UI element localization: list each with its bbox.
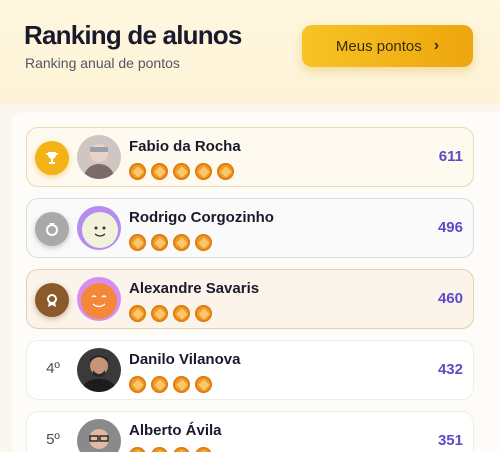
badge-icon (195, 163, 212, 180)
avatar (77, 206, 121, 250)
badge-list (129, 234, 212, 251)
badge-icon (173, 305, 190, 322)
badge-icon (129, 376, 146, 393)
rank-position: 5º (46, 431, 60, 448)
page-subtitle: Ranking anual de pontos (25, 55, 180, 71)
student-name: Alberto Ávila (129, 422, 222, 439)
badge-icon (173, 234, 190, 251)
avatar (77, 419, 121, 452)
badge-icon (151, 376, 168, 393)
badge-icon (195, 305, 212, 322)
ranking-row-1[interactable]: Fabio da Rocha 611 (26, 127, 474, 187)
badge-icon (151, 447, 168, 452)
avatar (77, 348, 121, 392)
student-points: 496 (437, 219, 463, 236)
badge-icon (173, 163, 190, 180)
trophy-icon (35, 141, 69, 175)
badge-icon (129, 163, 146, 180)
student-name: Alexandre Savaris (129, 280, 260, 297)
badge-icon (129, 447, 146, 452)
ranking-row-5[interactable]: 5º Alberto Ávila 351 (26, 411, 474, 452)
chevron-right-icon: › (433, 37, 440, 54)
student-points: 351 (437, 432, 463, 449)
student-name: Fabio da Rocha (129, 138, 241, 155)
avatar (77, 135, 121, 179)
my-points-label: Meus pontos (335, 37, 422, 55)
badge-list (129, 305, 212, 322)
badge-icon (195, 447, 212, 452)
badge-icon (173, 376, 190, 393)
page-title: Ranking de alunos (24, 20, 242, 50)
rank-position: 4º (46, 360, 60, 377)
badge-list (129, 163, 234, 180)
bronze-medal-icon (35, 283, 69, 317)
badge-icon (151, 163, 168, 180)
badge-icon (195, 376, 212, 393)
student-points: 460 (437, 290, 463, 307)
ranking-row-2[interactable]: Rodrigo Corgozinho 496 (26, 198, 474, 258)
badge-icon (151, 234, 168, 251)
page-header: Ranking de alunos Ranking anual de ponto… (0, 0, 500, 104)
ranking-list: Fabio da Rocha 611 Rodrigo Corgozinho 49… (12, 112, 500, 452)
badge-icon (129, 305, 146, 322)
student-points: 432 (437, 361, 463, 378)
badge-icon (129, 234, 146, 251)
student-name: Danilo Vilanova (129, 351, 241, 368)
badge-icon (195, 234, 212, 251)
badge-list (129, 376, 212, 393)
my-points-button[interactable]: Meus pontos › (302, 25, 473, 67)
ranking-row-4[interactable]: 4º Danilo Vilanova 432 (26, 340, 474, 400)
badge-icon (217, 163, 234, 180)
student-name: Rodrigo Corgozinho (129, 209, 274, 226)
ranking-row-3[interactable]: Alexandre Savaris 460 (26, 269, 474, 329)
badge-list (129, 447, 212, 452)
silver-medal-icon (35, 212, 69, 246)
badge-icon (173, 447, 190, 452)
student-points: 611 (438, 148, 463, 165)
avatar (77, 277, 121, 321)
badge-icon (151, 305, 168, 322)
